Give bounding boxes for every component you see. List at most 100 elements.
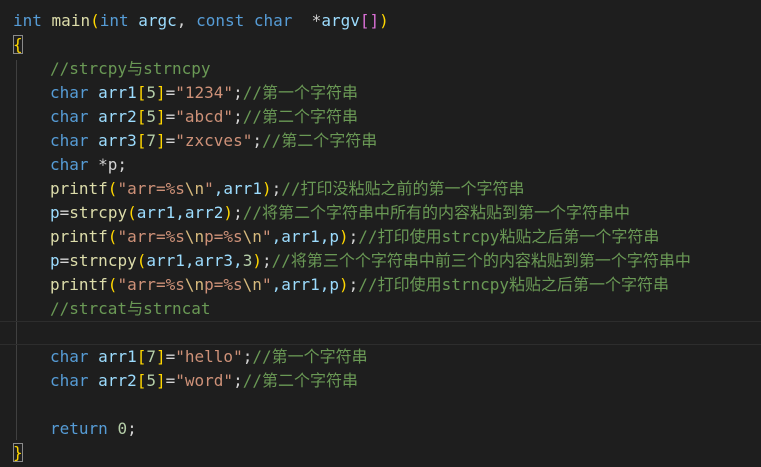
bracket: ] [155,371,166,390]
code-line[interactable]: printf("arr=%s\n",arr1);//打印没粘贴之前的第一个字符串 [0,177,761,201]
args: arr1,arr2 [136,203,224,222]
code-line[interactable]: char arr2[5]="word";//第二个字符串 [0,369,761,393]
args: ,arr1,p [271,275,340,294]
escape: \n [242,227,262,246]
comment: //第二个字符串 [242,107,358,126]
code-editor[interactable]: int main(int argc, const char *argv[]) {… [0,0,761,467]
string: "word" [175,371,234,390]
punct: = [165,83,176,102]
code-line[interactable]: char arr3[7]="zxcves";//第二个字符串 [0,129,761,153]
string: p=%s [204,227,243,246]
code-line[interactable]: //strcpy与strncpy [0,57,761,81]
keyword: int [99,11,129,30]
number: 5 [146,371,156,390]
punct: = [165,131,176,150]
code-line[interactable]: p=strncpy(arr1,arr3,3);//将第三个个字符串中前三个的内容… [0,249,761,273]
comment: //将第三个个字符串中前三个的内容粘贴到第一个字符串中 [271,251,691,270]
type: char [50,83,89,102]
paren: ( [107,275,118,294]
keyword: int [13,11,42,30]
code-line[interactable]: printf("arr=%s\np=%s\n",arr1,p);//打印使用st… [0,225,761,249]
bracket: ] [369,11,380,30]
variable: arr1 [98,83,137,102]
paren: ) [252,251,262,270]
comment: //将第二个字符串中所有的内容粘贴到第一个字符串中 [242,203,630,222]
code-line[interactable]: return 0; [0,417,761,441]
comment: //strcat与strncat [50,299,211,318]
code-line[interactable]: char arr1[5]="1234";//第一个字符串 [0,81,761,105]
escape: \n [184,275,205,294]
punct: ; [271,179,282,198]
punct: ; [233,371,243,390]
number: 5 [146,83,156,102]
args: arr1,arr3, [146,251,243,270]
paren: ) [261,179,272,198]
function-name: main [51,11,91,30]
args: ,arr1 [213,179,262,198]
punct: = [59,251,70,270]
comment: //打印没粘贴之前的第一个字符串 [281,179,525,198]
escape: \n [184,227,205,246]
type: char [50,347,89,366]
keyword: const [196,11,245,30]
variable: arr3 [98,131,137,150]
string: " [204,179,214,198]
declaration: *p; [88,155,128,174]
current-line-highlight[interactable] [0,321,761,345]
punct: = [165,371,176,390]
keyword: char [253,11,293,30]
code-line[interactable]: int main(int argc, const char *argv[]) [0,9,761,33]
param: argv [321,11,360,30]
paren: ) [379,11,389,30]
type: char [50,107,89,126]
punct: ; [233,203,243,222]
punct: * [311,11,322,30]
args: ,arr1,p [271,227,340,246]
type: char [50,155,89,174]
variable: p [50,203,60,222]
bracket: [ [136,347,147,366]
punct: = [59,203,70,222]
paren: ) [339,227,349,246]
bracket: ] [155,83,166,102]
bracket: ] [155,347,166,366]
string: "hello" [175,347,243,366]
string: "1234" [175,83,234,102]
string: " [261,275,272,294]
comment: //打印使用strncpy粘贴之后第一个字符串 [358,275,669,294]
number: 3 [242,251,253,270]
keyword: return [50,419,108,438]
comment: //第二个字符串 [261,131,378,150]
code-line[interactable]: p=strcpy(arr1,arr2);//将第二个字符串中所有的内容粘贴到第一… [0,201,761,225]
variable: arr2 [98,107,137,126]
function-name: strncpy [69,251,137,270]
paren: ) [223,203,234,222]
comment: //strcpy与strncpy [50,59,211,78]
brace-open: { [13,35,23,54]
number: 0 [117,419,128,438]
variable: arr1 [98,347,137,366]
code-line[interactable]: char *p; [0,153,761,177]
string: " [261,227,272,246]
punct: ; [348,275,359,294]
bracket: [ [136,107,147,126]
code-line[interactable]: char arr2[5]="abcd";//第二个字符串 [0,105,761,129]
string: p=%s [204,275,243,294]
paren: ( [107,227,118,246]
function-name: printf [50,179,108,198]
punct: ; [233,107,243,126]
code-line[interactable]: printf("arr=%s\np=%s\n",arr1,p);//打印使用st… [0,273,761,297]
code-line[interactable]: { [0,33,761,57]
param: argc [138,11,177,30]
comment: //第二个字符串 [242,371,358,390]
variable: arr2 [98,371,137,390]
variable: p [50,251,60,270]
bracket: ] [155,107,166,126]
code-line[interactable]: } [0,441,761,465]
code-line[interactable]: //strcat与strncat [0,297,761,321]
escape: \n [242,275,262,294]
punct: = [165,347,176,366]
string: "abcd" [175,107,234,126]
code-line[interactable]: char arr1[7]="hello";//第一个字符串 [0,345,761,369]
